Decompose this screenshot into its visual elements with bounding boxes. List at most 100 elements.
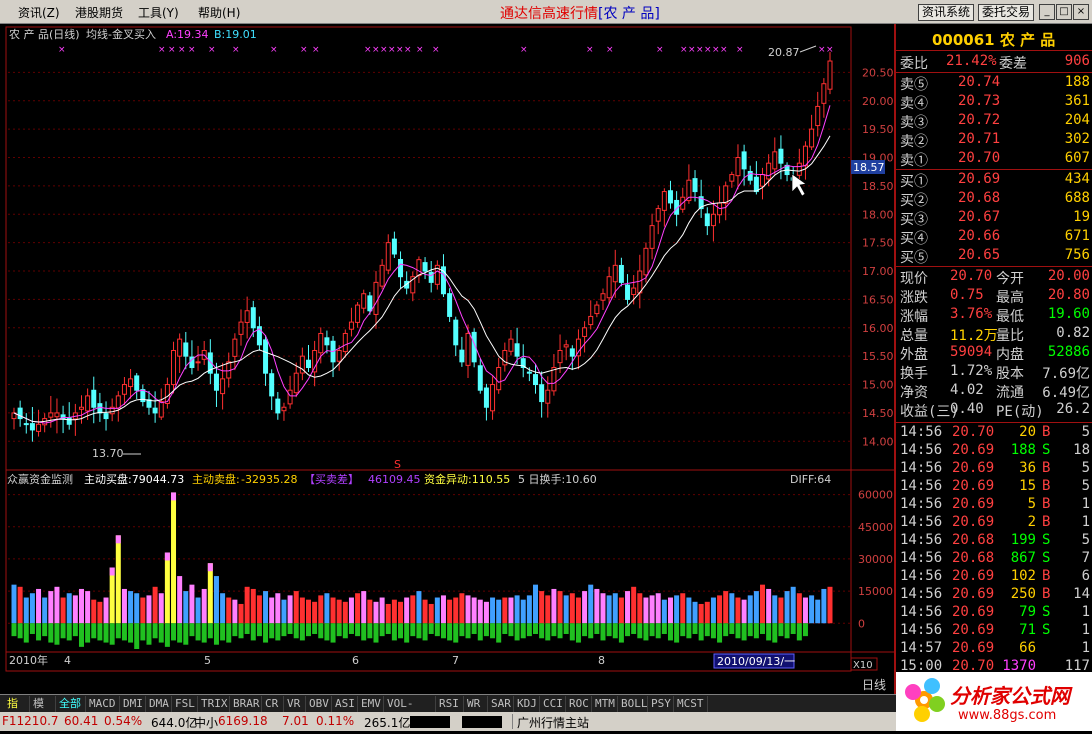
- flow-bar-negative: [772, 623, 778, 643]
- ask-price: 20.74: [958, 74, 1001, 90]
- tick-count: 6: [1081, 568, 1090, 584]
- tab--[interactable]: 模板: [30, 696, 56, 725]
- candle-body: [336, 349, 342, 362]
- tab-roc[interactable]: ROC: [566, 696, 592, 712]
- flow-bar-positive: [305, 599, 311, 624]
- candle-body: [772, 151, 778, 170]
- tab-obv[interactable]: OBV: [306, 696, 332, 712]
- flow-bar-negative: [220, 623, 226, 641]
- candle-body: [551, 367, 557, 392]
- date-box-text: 2010/09/13/一: [717, 655, 795, 668]
- flow-bar-positive: [477, 599, 483, 624]
- flow-bar-positive: [146, 595, 152, 624]
- tab-cci[interactable]: CCI: [540, 696, 566, 712]
- flow-bar-negative: [416, 623, 422, 639]
- flow-bar-negative: [434, 623, 440, 637]
- flow-bar-negative: [348, 623, 354, 634]
- stat-value: 19.60: [1047, 306, 1090, 322]
- tab-brar[interactable]: BRAR: [230, 696, 262, 712]
- menu-help[interactable]: 帮助(H): [198, 4, 240, 21]
- tick-price: 20.69: [952, 496, 995, 512]
- stat-row: 外盘 59094 内盘 52886: [896, 344, 1092, 363]
- tab-kdj[interactable]: KDJ: [514, 696, 540, 712]
- stat-label: 最低: [996, 309, 1024, 325]
- tick-row: 14:56 20.69 5 B 1: [896, 496, 1092, 514]
- tab-vol-tdx[interactable]: VOL-TDX: [384, 696, 436, 725]
- flow-bar-negative: [514, 623, 520, 641]
- tab-mtm[interactable]: MTM: [592, 696, 618, 712]
- minimize-button[interactable]: _: [1039, 4, 1055, 20]
- candle-body: [618, 264, 624, 283]
- candle-body: [539, 384, 545, 403]
- close-button[interactable]: ×: [1073, 4, 1089, 20]
- tab-asi[interactable]: ASI: [332, 696, 358, 712]
- tab-psy[interactable]: PSY: [648, 696, 674, 712]
- trade-button[interactable]: 委托交易: [978, 4, 1034, 21]
- bid-label: 买⑤: [900, 250, 928, 266]
- tab-macd[interactable]: MACD: [86, 696, 120, 712]
- flow-bar-negative: [171, 623, 177, 641]
- stat-label: 总量: [900, 328, 928, 344]
- info-system-button[interactable]: 资讯系统: [918, 4, 974, 21]
- flow-bar-positive: [226, 597, 232, 624]
- tab-rsi[interactable]: RSI: [436, 696, 464, 712]
- flow-bar-positive: [78, 588, 84, 624]
- flow-bar-positive: [545, 595, 551, 624]
- tab-dmi[interactable]: DMI: [120, 696, 146, 712]
- stock-chart[interactable]: 14.00 14.50 15.00 15.50 16.00 16.50 17.00 17.50…: [0, 24, 894, 694]
- market-breadth-1: [410, 716, 450, 728]
- tab-wr[interactable]: WR: [464, 696, 488, 712]
- tab-fsl[interactable]: FSL: [172, 696, 198, 712]
- server-name[interactable]: 广州行情主站: [517, 714, 589, 731]
- tab-dma[interactable]: DMA: [146, 696, 172, 712]
- tab--[interactable]: 全部: [56, 696, 86, 712]
- menu-tools[interactable]: 工具(Y): [138, 4, 179, 21]
- maximize-button[interactable]: □: [1056, 4, 1072, 20]
- stat-label: 内盘: [996, 347, 1024, 363]
- flow-bar-positive: [269, 597, 275, 624]
- tick-side: S: [1042, 442, 1051, 458]
- tab-mcst[interactable]: MCST: [674, 696, 708, 712]
- fund-flow-bars: [11, 492, 833, 649]
- flow-bar-negative: [42, 623, 48, 637]
- menu-info[interactable]: 资讯(Z): [18, 4, 60, 21]
- flow-bar-negative: [23, 623, 29, 643]
- tick-count: 18: [1073, 442, 1090, 458]
- bid-price: 20.67: [958, 209, 1001, 225]
- xaxis-month-4: 4: [64, 654, 71, 667]
- tick-row: 14:56 20.68 199 S 5: [896, 532, 1092, 550]
- tick-price: 20.69: [952, 622, 995, 638]
- quote-stock-code: 000061 农 产 品: [932, 31, 1056, 49]
- candle-body: [753, 176, 759, 193]
- candle-body: [171, 349, 177, 386]
- tab-trix[interactable]: TRIX: [198, 696, 230, 712]
- tick-row: 14:56 20.69 2 B 1: [896, 514, 1092, 532]
- tab--[interactable]: 指标: [4, 696, 30, 725]
- tab-emv[interactable]: EMV: [358, 696, 384, 712]
- tab-cr[interactable]: CR: [262, 696, 284, 712]
- candle-body: [588, 315, 594, 326]
- menu-hk-futures[interactable]: 港股期货: [75, 4, 123, 21]
- stat-label: 涨跌: [900, 290, 928, 306]
- stat-value: 52886: [1047, 344, 1090, 360]
- tab-sar[interactable]: SAR: [488, 696, 514, 712]
- tick-row: 14:56 20.70 20 B 5: [896, 424, 1092, 442]
- flow-bar-positive: [784, 591, 790, 624]
- signal-cross: ×: [680, 45, 688, 55]
- candle-body: [85, 395, 91, 412]
- tab-vr[interactable]: VR: [284, 696, 306, 712]
- period-label[interactable]: 日线: [862, 678, 886, 692]
- candle-body: [643, 247, 649, 276]
- flow-bar-negative: [342, 623, 348, 639]
- flow-bar-positive: [778, 597, 784, 624]
- tick-time: 14:56: [900, 604, 943, 620]
- bid-row: 买② 20.68 688: [896, 190, 1092, 209]
- flow-bar-negative: [361, 623, 367, 641]
- index2-change: 7.01: [282, 714, 309, 728]
- flow-bar-negative: [281, 623, 287, 637]
- flow-tick-label: 30000: [858, 553, 893, 566]
- index1-value: F11210.7: [2, 714, 59, 728]
- tab-boll[interactable]: BOLL: [618, 696, 648, 712]
- flow-bar-negative: [373, 623, 379, 643]
- tick-row: 14:57 20.69 66 1: [896, 640, 1092, 658]
